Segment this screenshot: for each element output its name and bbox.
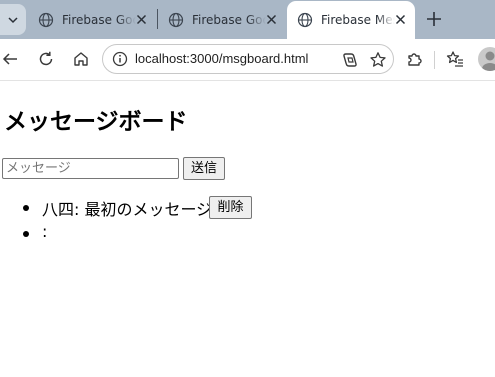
person-icon [482, 51, 495, 71]
tab-strip: Firebase Goo Firebase Goo Firebase Mes [0, 0, 495, 39]
page-title: メッセージボード [4, 109, 188, 135]
list-bullet [23, 231, 29, 237]
send-button[interactable]: 送信 [183, 157, 225, 180]
page-content: メッセージボード 送信 八四: 最初のメッセージ 削除 : [0, 81, 495, 377]
globe-icon [38, 12, 54, 27]
profile-avatar[interactable] [478, 47, 495, 71]
favorites-button[interactable] [445, 49, 465, 69]
globe-icon [168, 12, 184, 27]
close-icon[interactable] [265, 13, 278, 26]
tab-firebase-active[interactable]: Firebase Mes [287, 1, 415, 39]
close-icon[interactable] [135, 13, 148, 26]
tab-title: Firebase Goo [192, 12, 266, 27]
browser-toolbar: localhost:3000/msgboard.html [0, 39, 495, 81]
message-text: : [42, 222, 48, 241]
back-button[interactable] [0, 49, 20, 69]
home-button[interactable] [71, 49, 91, 69]
toolbar-divider [434, 51, 435, 69]
favorite-star-icon[interactable] [369, 51, 387, 69]
extensions-button[interactable] [405, 49, 425, 69]
tab-title: Firebase Goo [62, 12, 136, 27]
refresh-icon [39, 51, 53, 66]
tab-search-button[interactable] [0, 4, 26, 35]
info-icon[interactable] [112, 51, 128, 67]
tab-firebase-2[interactable]: Firebase Goo [158, 2, 286, 37]
delete-button[interactable]: 削除 [209, 196, 252, 219]
puzzle-piece-icon [408, 53, 422, 66]
refresh-button[interactable] [36, 49, 56, 69]
close-icon[interactable] [394, 13, 407, 26]
message-input[interactable] [2, 158, 179, 179]
message-text: 八四: 最初のメッセージ [42, 200, 213, 219]
tab-firebase-1[interactable]: Firebase Goo [28, 2, 156, 37]
chevron-down-icon [8, 16, 18, 23]
address-url[interactable]: localhost:3000/msgboard.html [135, 51, 308, 66]
home-icon [74, 52, 88, 66]
list-bullet [23, 205, 29, 211]
tab-title: Firebase Mes [321, 13, 395, 27]
address-bar[interactable]: localhost:3000/msgboard.html [102, 44, 394, 74]
back-arrow-icon [2, 53, 17, 65]
new-tab-button[interactable] [423, 8, 445, 30]
copilot-icon[interactable] [341, 51, 359, 69]
plus-icon [427, 12, 441, 26]
favorites-list-icon [446, 51, 463, 67]
globe-icon [297, 12, 313, 28]
